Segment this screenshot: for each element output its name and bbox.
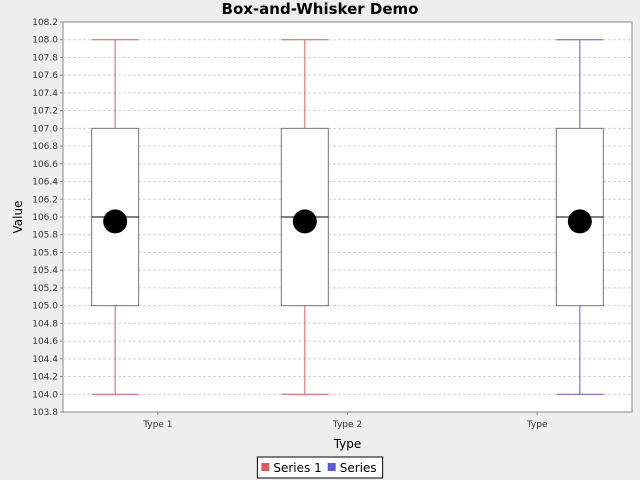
legend-label: Series: [340, 461, 377, 475]
y-tick-label: 104.8: [32, 319, 58, 329]
y-tick-label: 106.2: [32, 195, 58, 205]
y-tick-label: 106.6: [32, 160, 58, 170]
legend: Series 1 Series: [256, 456, 384, 479]
legend-swatch: [327, 463, 336, 471]
y-tick-label: 104.4: [32, 355, 58, 365]
legend-swatch: [261, 463, 270, 471]
y-tick-label: 107.0: [32, 124, 58, 134]
y-tick-label: 107.4: [32, 89, 58, 99]
y-tick-label: 105.0: [32, 302, 58, 312]
y-tick-label: 107.2: [32, 107, 58, 117]
y-tick-label: 104.6: [32, 337, 58, 347]
y-tick-label: 106.4: [32, 178, 58, 188]
y-tick-label: 108.0: [32, 36, 58, 46]
x-axis-label: Type: [333, 437, 362, 451]
y-tick-label: 103.8: [32, 408, 58, 418]
y-tick-label: 106.0: [32, 213, 58, 223]
chart-title: Box-and-Whisker Demo: [222, 0, 419, 18]
y-tick-label: 105.4: [32, 266, 58, 276]
mean-marker: [567, 209, 592, 234]
x-category-label: Type 1: [142, 420, 172, 430]
y-tick-label: 107.6: [32, 71, 58, 81]
x-category-label: Type 2: [332, 420, 362, 430]
x-axis-categories: Type 1 Type 2 Type: [142, 412, 548, 430]
y-axis-label: Value: [11, 201, 25, 234]
y-axis-ticks: 103.8 104.0 104.2 104.4 104.6 104.8 105.0 105.2…: [32, 18, 63, 418]
y-tick-label: 107.8: [32, 53, 58, 63]
box-whisker-chart: Box-and-Whisker Demo 103.8 104.0 104.2 104.…: [11, 0, 633, 479]
y-tick-label: 108.2: [32, 18, 58, 28]
y-tick-label: 106.8: [32, 142, 58, 152]
y-tick-label: 104.2: [32, 373, 58, 383]
y-tick-label: 105.2: [32, 284, 58, 294]
mean-marker: [292, 209, 317, 234]
legend-label: Series 1: [273, 461, 321, 475]
y-tick-label: 105.8: [32, 231, 58, 241]
y-tick-label: 104.0: [32, 390, 58, 400]
x-category-label: Type: [526, 420, 548, 430]
y-tick-label: 105.6: [32, 248, 58, 258]
mean-marker: [103, 209, 128, 234]
